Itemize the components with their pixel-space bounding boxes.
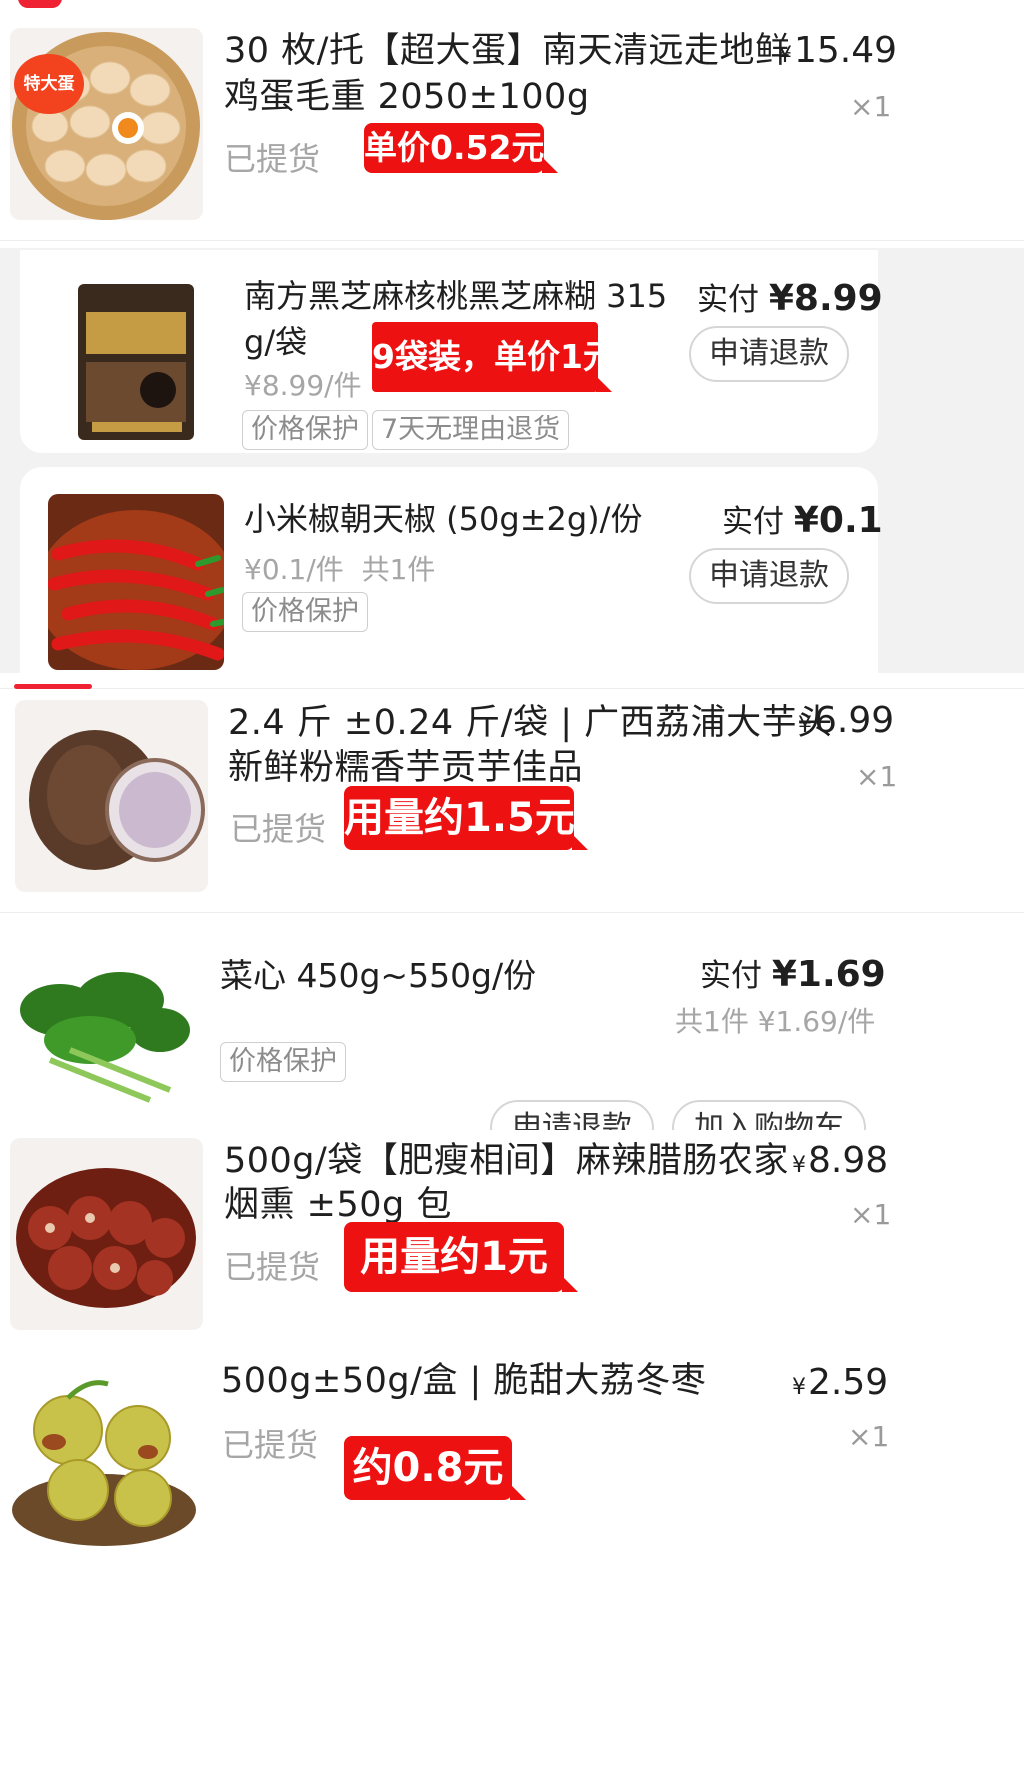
paid-value: ¥1.69 <box>771 954 886 995</box>
product-image-sesame-paste[interactable] <box>48 272 224 448</box>
product-image-jujube[interactable] <box>8 1360 201 1552</box>
product-quantity: ×1 <box>856 760 898 793</box>
paid-value: ¥8.99 <box>768 278 883 319</box>
product-title[interactable]: 小米椒朝天椒 (50g±2g)/份 <box>244 495 642 543</box>
pickup-status: 已提货 <box>222 1426 319 1464</box>
product-title[interactable]: 30 枚/托【超大蛋】南天清远走地鲜 <box>224 26 790 76</box>
unit-price: ¥0.1/件 共1件 <box>244 548 435 588</box>
product-price: ¥6.99 <box>798 700 894 741</box>
count-and-unit-price: 共1件 ¥1.69/件 <box>675 1005 876 1038</box>
annotation-bulk-price: 9袋装，单价1元 <box>372 322 616 392</box>
divider <box>0 912 1024 913</box>
divider <box>0 240 1024 241</box>
annotation-usage-cost: 用量约1.5元 <box>344 786 588 850</box>
product-price: ¥15.49 <box>778 30 897 71</box>
top-cut-icon <box>18 0 62 8</box>
product-title-line2[interactable]: g/袋 <box>244 318 307 366</box>
annotation-usage-cost: 用量约1元 <box>344 1222 578 1292</box>
currency-symbol: ¥ <box>778 43 792 68</box>
product-quantity: ×1 <box>850 1198 892 1231</box>
unit-price-value: ¥0.1/件 <box>244 553 344 586</box>
badge-super-egg: 特大蛋 <box>14 54 84 114</box>
price-value: 6.99 <box>814 700 895 741</box>
paid-amount: 实付 ¥1.69 <box>700 950 886 995</box>
product-price: ¥8.98 <box>792 1140 888 1181</box>
price-value: 8.98 <box>808 1140 889 1181</box>
product-quantity: ×1 <box>848 1420 890 1453</box>
product-title[interactable]: 500g±50g/盒 | 脆甜大荔冬枣 <box>221 1356 706 1406</box>
product-quantity: ×1 <box>850 90 892 123</box>
annotation-unit-price: 单价0.52元 <box>364 123 558 173</box>
refund-button[interactable]: 申请退款 <box>689 326 849 382</box>
refund-button[interactable]: 申请退款 <box>689 548 849 604</box>
tag-price-protect: 价格保护 <box>242 410 368 450</box>
product-title-line2[interactable]: 鸡蛋毛重 2050±100g <box>224 72 590 122</box>
currency-symbol: ¥ <box>798 713 812 738</box>
product-image-chili[interactable] <box>48 494 224 670</box>
pickup-status: 已提货 <box>224 1248 321 1286</box>
paid-value: ¥0.1 <box>793 500 883 541</box>
scroll-indicator <box>14 684 92 689</box>
item-count: 共1件 <box>361 553 436 586</box>
product-image-eggs[interactable]: 特大蛋 <box>10 28 203 220</box>
product-title[interactable]: 南方黑芝麻核桃黑芝麻糊 315 <box>244 272 667 320</box>
pickup-status: 已提货 <box>224 140 321 178</box>
price-value: 2.59 <box>808 1362 889 1403</box>
price-value: 15.49 <box>794 30 898 71</box>
product-price: ¥2.59 <box>792 1362 888 1403</box>
paid-label: 实付 <box>700 958 762 994</box>
tag-price-protect: 价格保护 <box>220 1042 346 1082</box>
paid-amount: 实付 ¥0.1 <box>722 496 883 541</box>
currency-symbol: ¥ <box>792 1375 806 1400</box>
product-image-choy-sum[interactable] <box>10 950 196 1120</box>
annotation-usage-cost: 约0.8元 <box>344 1436 526 1500</box>
unit-price: ¥8.99/件 <box>244 369 362 402</box>
product-title[interactable]: 500g/袋【肥瘦相间】麻辣腊肠农家 <box>224 1136 789 1186</box>
tag-7day-return: 7天无理由退货 <box>372 410 570 450</box>
product-title[interactable]: 2.4 斤 ±0.24 斤/袋 | 广西荔浦大芋头 <box>228 698 833 748</box>
product-image-taro[interactable] <box>15 700 208 892</box>
currency-symbol: ¥ <box>792 1153 806 1178</box>
pickup-status: 已提货 <box>230 810 327 848</box>
paid-label: 实付 <box>722 504 784 540</box>
product-title[interactable]: 菜心 450g~550g/份 <box>220 952 536 1000</box>
product-image-sausage[interactable] <box>10 1138 203 1330</box>
tag-price-protect: 价格保护 <box>242 592 368 632</box>
paid-amount: 实付 ¥8.99 <box>697 274 883 319</box>
paid-label: 实付 <box>697 282 759 318</box>
divider <box>0 688 1024 689</box>
